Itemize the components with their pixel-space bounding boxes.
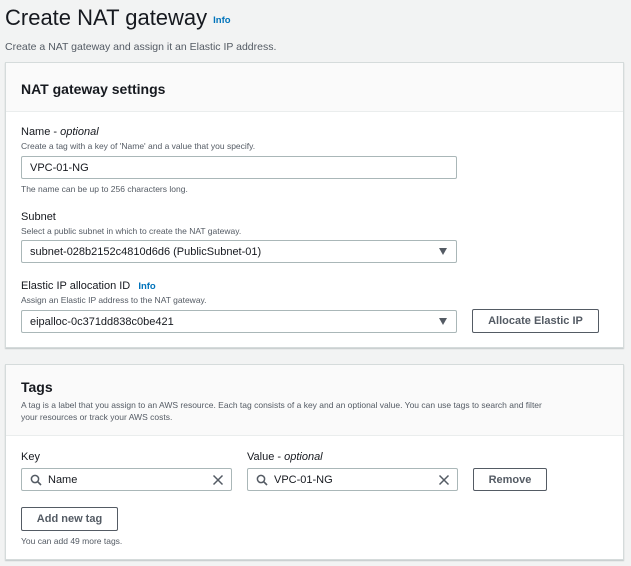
eip-hint: Assign an Elastic IP address to the NAT … [21, 295, 207, 305]
eip-label: Elastic IP allocation ID Info [21, 280, 156, 292]
tag-key-label: Key [21, 451, 40, 463]
name-label-optional: optional [60, 126, 99, 138]
search-icon [256, 474, 268, 486]
tag-key-value: Name [48, 473, 78, 486]
name-label: Name - optional [21, 126, 99, 138]
tags-description-line1: A tag is a label that you assign to an A… [21, 400, 542, 410]
page-title: Create NAT gateway Info [5, 4, 231, 35]
eip-select-value: eipalloc-0c371dd838c0be421 [30, 315, 174, 328]
tags-remaining: You can add 49 more tags. [21, 536, 123, 546]
add-new-tag-button[interactable]: Add new tag [21, 507, 118, 531]
clear-icon[interactable] [438, 474, 450, 486]
page-description: Create a NAT gateway and assign it an El… [5, 41, 277, 53]
eip-label-text: Elastic IP allocation ID [21, 280, 131, 292]
tags-description-line2: your resources or track your AWS costs. [21, 412, 173, 422]
tag-value-value: VPC-01-NG [274, 473, 333, 486]
clear-icon[interactable] [212, 474, 224, 486]
tags-panel-header: Tags A tag is a label that you assign to… [6, 365, 623, 436]
name-label-text: Name - [21, 126, 61, 138]
eip-info-link[interactable]: Info [138, 281, 155, 292]
allocate-elastic-ip-button[interactable]: Allocate Elastic IP [472, 309, 599, 333]
header-info-link[interactable]: Info [213, 15, 230, 26]
tag-value-input[interactable]: VPC-01-NG [247, 468, 458, 491]
tag-key-input[interactable]: Name [21, 468, 232, 491]
tag-value-label: Value - optional [247, 451, 323, 463]
subnet-select[interactable]: subnet-028b2152c4810d6d6 (PublicSubnet-0… [21, 240, 457, 263]
subnet-hint: Select a public subnet in which to creat… [21, 226, 242, 236]
nat-gateway-settings-panel: NAT gateway settings Name - optional Cre… [5, 62, 624, 348]
eip-select[interactable]: eipalloc-0c371dd838c0be421 [21, 310, 457, 333]
search-icon [30, 474, 42, 486]
tag-value-label-optional: optional [284, 451, 323, 463]
name-input[interactable]: VPC-01-NG [21, 156, 457, 179]
tags-panel: Tags A tag is a label that you assign to… [5, 364, 624, 560]
name-hint: Create a tag with a key of 'Name' and a … [21, 141, 256, 151]
settings-panel-title: NAT gateway settings [21, 81, 166, 97]
page-title-text: Create NAT gateway [5, 5, 208, 30]
tag-value-label-text: Value - [247, 451, 285, 463]
subnet-label: Subnet [21, 211, 56, 223]
name-input-value: VPC-01-NG [30, 161, 89, 174]
name-constraint: The name can be up to 256 characters lon… [21, 184, 188, 194]
subnet-select-value: subnet-028b2152c4810d6d6 (PublicSubnet-0… [30, 245, 262, 258]
eip-caret-down-icon [439, 318, 447, 325]
tags-panel-title: Tags [21, 379, 53, 395]
remove-tag-button[interactable]: Remove [473, 468, 547, 491]
settings-panel-header: NAT gateway settings [6, 63, 623, 112]
subnet-caret-down-icon [439, 248, 447, 255]
